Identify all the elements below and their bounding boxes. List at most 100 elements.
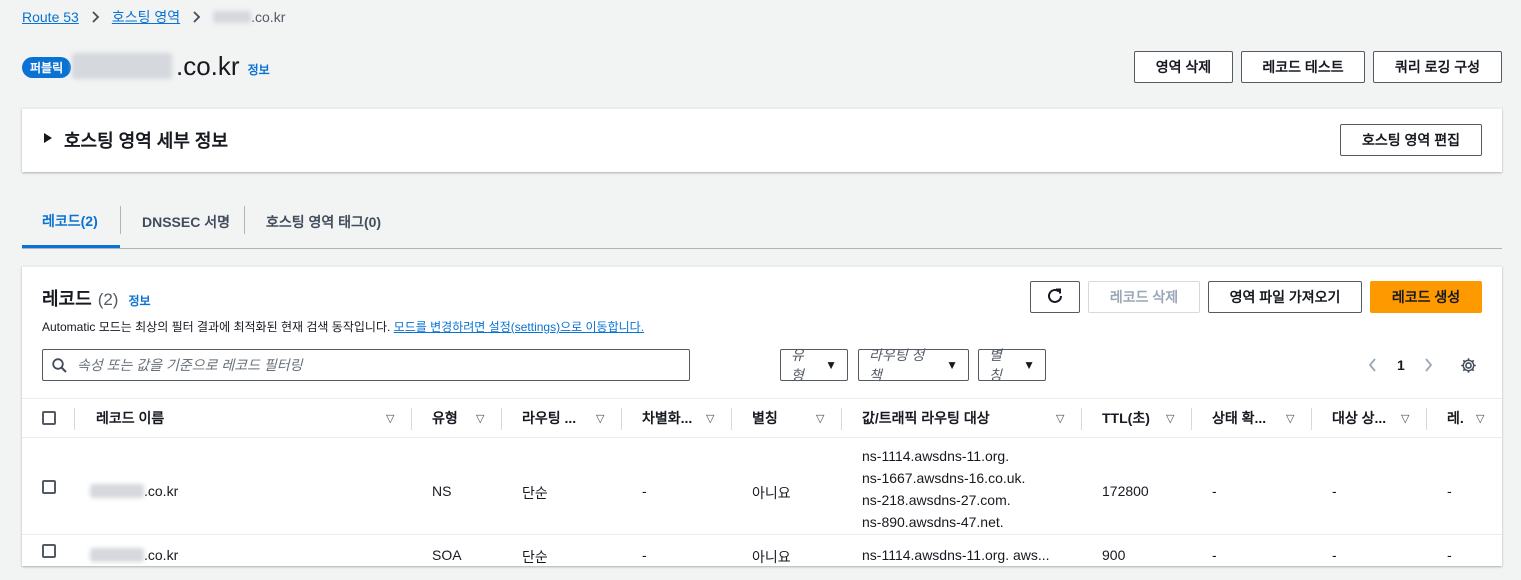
caret-down-icon: ▼: [825, 358, 837, 372]
caret-down-icon: ▼: [1023, 358, 1035, 372]
column-divider: [1426, 408, 1427, 430]
column-header-record-id[interactable]: 레.: [1447, 399, 1464, 437]
records-heading: 레코드 (2) 정보: [42, 289, 151, 309]
column-header-record-name[interactable]: 레코드 이름: [96, 399, 164, 437]
record-name: .co.kr: [90, 547, 178, 563]
tab-records[interactable]: 레코드(2): [22, 196, 120, 248]
record-values: ns-1114.awsdns-11.org. ns-1667.awsdns-16…: [862, 448, 1026, 530]
tab-divider: [120, 206, 121, 234]
column-header-ttl[interactable]: TTL(초): [1102, 399, 1150, 437]
column-header-routing[interactable]: 라우팅 ...: [522, 399, 576, 437]
record-differentiator: -: [642, 483, 647, 499]
redacted-domain: [72, 53, 172, 79]
row-checkbox[interactable]: [42, 480, 56, 494]
record-alias: 아니요: [752, 549, 791, 565]
column-header-evaluate-target[interactable]: 대상 상...: [1332, 399, 1386, 437]
type-filter-dropdown[interactable]: 유형 ▼: [780, 347, 848, 383]
sort-icon[interactable]: ▽: [1401, 399, 1409, 437]
record-evaluate-target: -: [1332, 547, 1337, 563]
caret-right-icon[interactable]: [44, 133, 52, 146]
import-zone-file-button[interactable]: 영역 파일 가져오기: [1208, 281, 1362, 313]
details-heading[interactable]: 호스팅 영역 세부 정보: [64, 127, 228, 153]
record-values: ns-1114.awsdns-11.org. aws...: [862, 547, 1050, 563]
column-header-health-check[interactable]: 상태 확...: [1212, 399, 1266, 437]
page-number[interactable]: 1: [1397, 357, 1405, 373]
breadcrumb-route53[interactable]: Route 53: [22, 9, 79, 25]
sort-icon[interactable]: ▽: [1056, 399, 1064, 437]
record-id: -: [1447, 547, 1452, 563]
settings-gear-icon[interactable]: [1460, 357, 1477, 379]
redacted-domain: [90, 484, 144, 498]
record-type: SOA: [432, 547, 462, 563]
redacted-domain: [90, 548, 144, 562]
record-name: .co.kr: [90, 483, 178, 499]
sort-icon[interactable]: ▽: [386, 399, 394, 437]
page-title: .co.kr 정보: [72, 50, 270, 82]
sort-icon[interactable]: ▽: [706, 399, 714, 437]
create-record-button[interactable]: 레코드 생성: [1370, 281, 1482, 313]
tab-dnssec[interactable]: DNSSEC 서명: [122, 196, 250, 248]
tab-divider: [244, 206, 245, 234]
sort-icon[interactable]: ▽: [476, 399, 484, 437]
delete-zone-button[interactable]: 영역 삭제: [1134, 51, 1233, 83]
sort-icon[interactable]: ▽: [596, 399, 604, 437]
alias-filter-dropdown[interactable]: 별칭 ▼: [978, 347, 1046, 383]
chevron-left-icon[interactable]: [1368, 358, 1377, 377]
chevron-right-icon: [91, 11, 100, 23]
record-evaluate-target: -: [1332, 483, 1337, 499]
info-link[interactable]: 정보: [128, 292, 150, 309]
breadcrumb-hosted-zones[interactable]: 호스팅 영역: [112, 7, 180, 27]
query-logging-button[interactable]: 쿼리 로깅 구성: [1373, 51, 1502, 83]
routing-policy-filter-dropdown[interactable]: 라우팅 정책 ▼: [858, 347, 969, 383]
column-header-differentiator[interactable]: 차별화...: [642, 399, 692, 437]
column-divider: [1311, 408, 1312, 430]
tab-tags[interactable]: 호스팅 영역 태그(0): [246, 196, 401, 248]
column-divider: [1191, 408, 1192, 430]
public-badge: 퍼블릭: [22, 57, 72, 78]
caret-down-icon: ▼: [946, 358, 958, 372]
test-record-button[interactable]: 레코드 테스트: [1241, 51, 1365, 83]
sort-icon[interactable]: ▽: [1166, 399, 1174, 437]
column-divider: [1081, 408, 1082, 430]
sort-icon[interactable]: ▽: [1476, 399, 1484, 437]
column-divider: [74, 408, 75, 430]
refresh-button[interactable]: [1030, 281, 1080, 313]
record-health-check: -: [1212, 547, 1217, 563]
breadcrumb-current: .co.kr: [213, 9, 285, 25]
record-ttl: 172800: [1102, 483, 1149, 499]
column-divider: [841, 408, 842, 430]
records-panel: 레코드 (2) 정보 Automatic 모드는 최상의 필터 결과에 최적화된…: [22, 266, 1502, 566]
table-header: 레코드 이름 ▽ 유형 ▽ 라우팅 ... ▽ 차별화... ▽ 별칭 ▽ 값/…: [22, 398, 1502, 438]
row-checkbox[interactable]: [42, 544, 56, 558]
column-divider: [731, 408, 732, 430]
search-input[interactable]: 속성 또는 값을 기준으로 레코드 필터링: [42, 349, 690, 381]
column-header-value[interactable]: 값/트래픽 라우팅 대상: [862, 399, 990, 437]
row-divider: [22, 534, 1502, 535]
record-ttl: 900: [1102, 547, 1126, 563]
info-link[interactable]: 정보: [248, 61, 270, 78]
delete-record-button[interactable]: 레코드 삭제: [1088, 281, 1200, 313]
hosted-zone-details-panel: 호스팅 영역 세부 정보 호스팅 영역 편집: [22, 108, 1502, 172]
select-all-checkbox[interactable]: [42, 411, 56, 425]
record-health-check: -: [1212, 483, 1217, 499]
sort-icon[interactable]: ▽: [1286, 399, 1294, 437]
chevron-right-icon[interactable]: [1424, 358, 1433, 377]
edit-hosted-zone-button[interactable]: 호스팅 영역 편집: [1340, 124, 1482, 156]
chevron-right-icon: [192, 11, 201, 23]
column-header-alias[interactable]: 별칭: [752, 399, 778, 437]
column-header-type[interactable]: 유형: [432, 399, 458, 437]
search-icon: [52, 358, 67, 376]
sort-icon[interactable]: ▽: [816, 399, 824, 437]
redacted-domain: [213, 11, 252, 23]
search-placeholder: 속성 또는 값을 기준으로 레코드 필터링: [77, 357, 303, 373]
record-alias: 아니요: [752, 485, 791, 501]
search-mode-description: Automatic 모드는 최상의 필터 결과에 최적화된 현재 검색 동작입니…: [42, 320, 645, 334]
record-id: -: [1447, 483, 1452, 499]
settings-link[interactable]: 모드를 변경하려면 설정(settings)으로 이동합니다.: [394, 320, 644, 334]
breadcrumb: Route 53 호스팅 영역 .co.kr: [22, 8, 285, 26]
column-divider: [411, 408, 412, 430]
column-divider: [621, 408, 622, 430]
record-type: NS: [432, 483, 452, 499]
tab-bar: 레코드(2) DNSSEC 서명 호스팅 영역 태그(0): [22, 196, 1502, 249]
column-divider: [501, 408, 502, 430]
